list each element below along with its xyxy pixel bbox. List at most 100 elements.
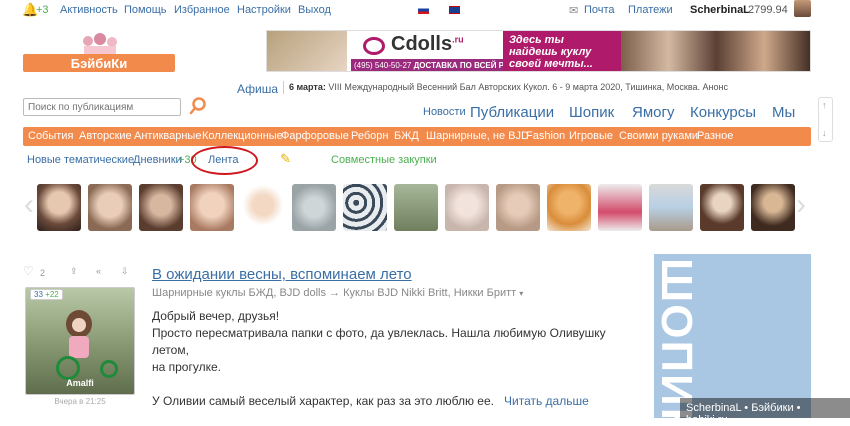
- subnav-joint-purchases[interactable]: Совместные закупки: [331, 154, 437, 166]
- pencil-icon[interactable]: ✎: [280, 151, 291, 167]
- shopik-ad[interactable]: ШОПИК: [654, 254, 811, 418]
- scroll-down-icon[interactable]: ↓: [822, 128, 827, 138]
- category-antique[interactable]: Антикварные: [134, 130, 201, 142]
- read-more-link[interactable]: Читать дальше: [504, 394, 589, 408]
- search-icon[interactable]: [189, 97, 207, 118]
- thumbnail[interactable]: [292, 184, 336, 231]
- nav-favorites[interactable]: Избранное: [174, 4, 230, 16]
- banner-dolls-image-right: [621, 31, 810, 71]
- nav-we[interactable]: Мы: [772, 104, 795, 121]
- balance: 2799.94: [748, 4, 788, 16]
- category-fashion[interactable]: Fashion: [526, 130, 565, 142]
- category-bar: События Авторские Антикварные Коллекцион…: [23, 127, 811, 146]
- subnav-diaries[interactable]: Дневники: [133, 154, 182, 166]
- logo-dolls-illustration: [78, 33, 122, 55]
- category-play[interactable]: Игровые: [569, 130, 613, 142]
- post-body: Добрый вечер, друзья! Просто пересматрив…: [152, 308, 632, 410]
- scroll-controls: ↑ ↓: [818, 97, 833, 142]
- thumbnail[interactable]: [445, 184, 489, 231]
- category-jointed[interactable]: Шарнирные, не BJD: [426, 130, 529, 142]
- ad-banner[interactable]: Cdolls.ru (495) 540-50-27 ДОСТАВКА ПО ВС…: [266, 30, 811, 72]
- logo[interactable]: БэйбиКи: [23, 56, 175, 71]
- subnav-new-thematic[interactable]: Новые тематические: [27, 154, 134, 166]
- photo-tricycle-wheel: [100, 360, 118, 378]
- share-icon[interactable]: ⇪: [70, 266, 78, 277]
- thumbnail[interactable]: [598, 184, 642, 231]
- heart-icon[interactable]: ♡: [23, 264, 34, 278]
- photo-doll-dress: [69, 336, 89, 358]
- search-input[interactable]: [23, 98, 181, 116]
- nav-logout[interactable]: Выход: [298, 4, 331, 16]
- nav-news[interactable]: Новости: [423, 106, 466, 118]
- post-line: Добрый вечер, друзья!: [152, 309, 280, 323]
- avatar[interactable]: [794, 0, 811, 17]
- post-breadcrumb: Шарнирные куклы БЖД, BJD dolls → Куклы B…: [152, 287, 523, 299]
- post-line: на прогулке.: [152, 360, 221, 374]
- category-author[interactable]: Авторские: [79, 130, 132, 142]
- post-line: Просто пересматривала папки с фото, да у…: [152, 326, 606, 357]
- quote-icon[interactable]: «: [96, 266, 101, 276]
- download-icon[interactable]: ⇩: [121, 266, 129, 277]
- nav-settings[interactable]: Настройки: [237, 4, 291, 16]
- category-handmade[interactable]: Своими руками: [619, 130, 698, 142]
- nav-help[interactable]: Помощь: [124, 4, 167, 16]
- thumbnail[interactable]: [190, 184, 234, 231]
- post-line: [152, 376, 632, 393]
- category-reborn[interactable]: Реборн: [351, 130, 388, 142]
- banner-doll-image-left: [267, 31, 347, 71]
- banner-contact-strip: (495) 540-50-27 ДОСТАВКА ПО ВСЕЙ РОССИИ: [351, 59, 533, 71]
- cdolls-logo-icon: [363, 37, 385, 55]
- carousel-prev-icon[interactable]: ‹: [24, 190, 34, 220]
- scroll-up-icon[interactable]: ↑: [822, 100, 827, 110]
- banner-brand: Cdolls.ru: [391, 33, 464, 55]
- category-misc[interactable]: Разное: [697, 130, 733, 142]
- nav-yamogu[interactable]: Ямогу: [632, 104, 674, 121]
- chevron-down-icon[interactable]: ▾: [519, 289, 523, 298]
- afisha-divider: [283, 81, 284, 94]
- post-title[interactable]: В ожидании весны, вспоминаем лето: [152, 266, 412, 283]
- thumbnail[interactable]: [547, 184, 591, 231]
- afisha-label[interactable]: Афиша: [237, 82, 278, 96]
- thumbnail[interactable]: [88, 184, 132, 231]
- afisha-event[interactable]: 6 марта: VIII Международный Весенний Бал…: [289, 82, 728, 92]
- post-time: Вчера в 21:25: [54, 397, 106, 406]
- nav-shopik[interactable]: Шопик: [569, 104, 614, 121]
- shopik-ad-text: ШОПИК: [654, 258, 701, 418]
- top-bar: 🔔 +3 Активность Помощь Избранное Настрой…: [0, 0, 850, 20]
- watermark: ScherbinaL • Бэйбики • babiki.ru: [680, 398, 850, 426]
- notification-count[interactable]: +3: [36, 4, 49, 16]
- username[interactable]: ScherbinaL: [690, 4, 750, 16]
- like-count: 2: [40, 268, 46, 278]
- category-collectible[interactable]: Коллекционные: [202, 130, 283, 142]
- thumbnail[interactable]: [241, 184, 285, 231]
- post-line: У Оливии самый веселый характер, как раз…: [152, 394, 589, 408]
- category-porcelain[interactable]: Фарфоровые: [281, 130, 349, 142]
- nav-activity[interactable]: Активность: [60, 4, 118, 16]
- thumbnail[interactable]: [700, 184, 744, 231]
- banner-slogan: Здесь ты найдешь куклу своей мечты...: [503, 31, 621, 71]
- thumbnail[interactable]: [139, 184, 183, 231]
- thumbnail[interactable]: [343, 184, 387, 231]
- russian-flag-icon[interactable]: [418, 6, 429, 14]
- photo-tricycle-wheel: [56, 356, 80, 380]
- annotation-circle: [191, 146, 258, 175]
- carousel-next-icon[interactable]: ›: [796, 190, 806, 220]
- thumbnail[interactable]: [394, 184, 438, 231]
- post-subcategory[interactable]: → Куклы BJD Nikki Britt, Никки Бритт: [329, 287, 516, 299]
- category-events[interactable]: События: [28, 130, 73, 142]
- thumbnail[interactable]: [37, 184, 81, 231]
- mail-icon[interactable]: ✉: [569, 4, 578, 17]
- post-category[interactable]: Шарнирные куклы БЖД, BJD dolls: [152, 287, 326, 299]
- thumbnail[interactable]: [649, 184, 693, 231]
- category-bjd[interactable]: БЖД: [394, 130, 419, 142]
- nav-contests[interactable]: Конкурсы: [690, 104, 756, 121]
- nav-publications[interactable]: Публикации: [470, 104, 554, 121]
- post-photo[interactable]: 33 +22 Amalfi: [25, 287, 135, 395]
- uk-flag-icon[interactable]: [449, 6, 460, 14]
- mail-link[interactable]: Почта: [584, 4, 615, 16]
- payments-link[interactable]: Платежи: [628, 4, 673, 16]
- thumbnail[interactable]: [496, 184, 540, 231]
- photo-doll-face: [72, 318, 86, 332]
- photo-count-badge: 33 +22: [30, 289, 63, 300]
- thumbnail[interactable]: [751, 184, 795, 231]
